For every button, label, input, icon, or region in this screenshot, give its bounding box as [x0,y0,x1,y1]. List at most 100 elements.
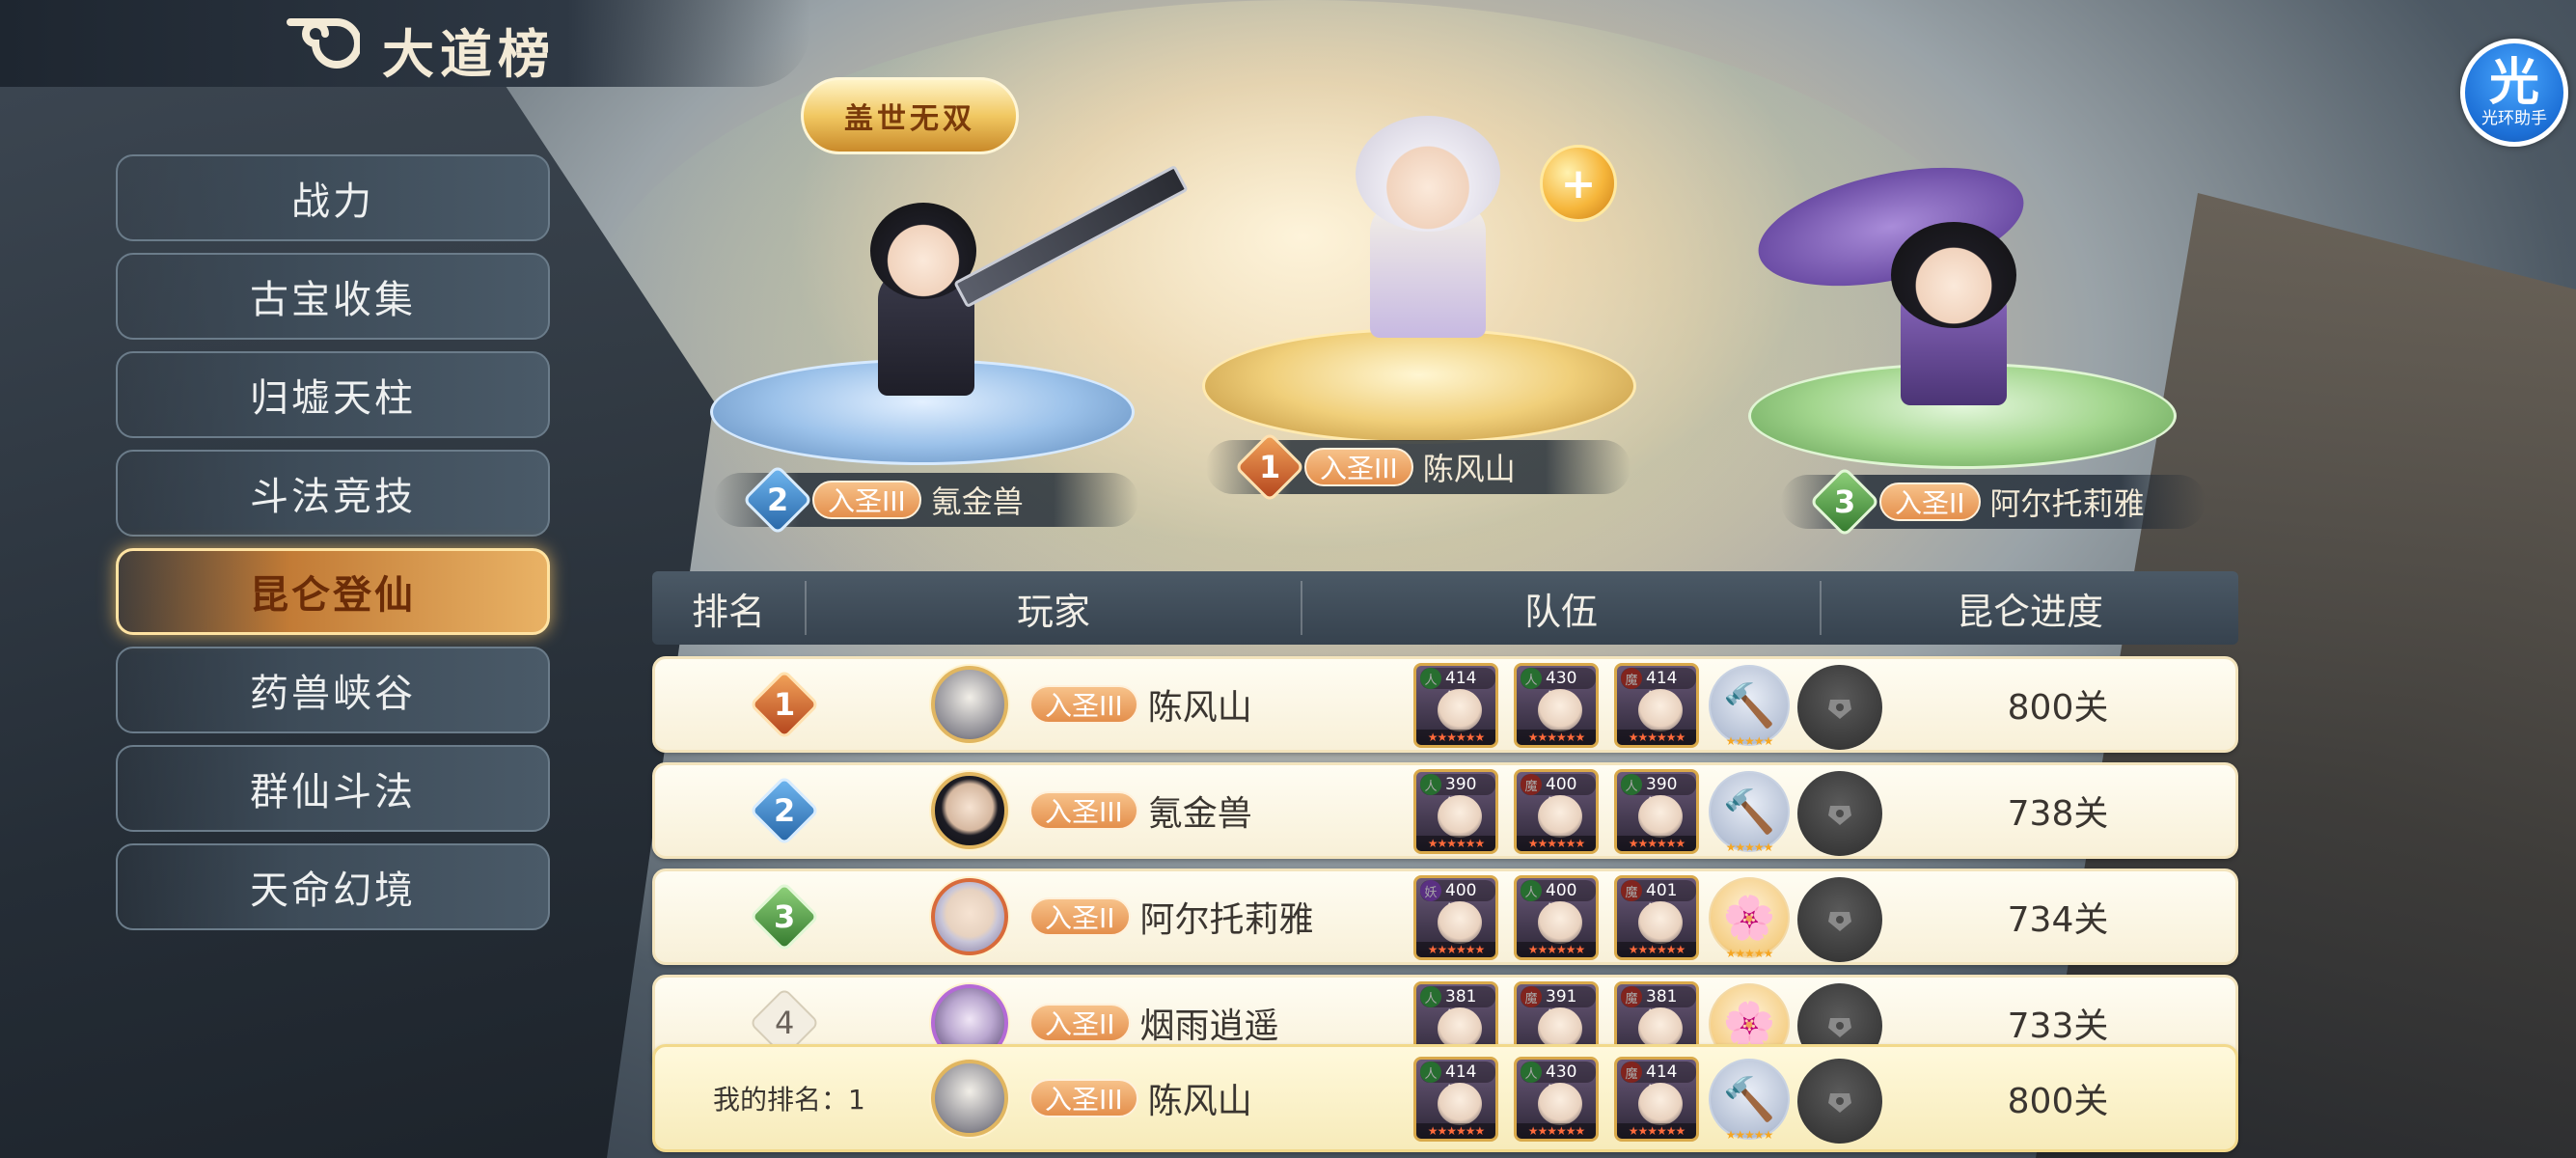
star-rating-icon: ★★★★★★ [1416,1123,1495,1139]
podium-plate-second: 2 入圣III 氪金兽 [714,464,1138,536]
hero-level: 430级 [1521,1062,1596,1103]
hammer-treasure-icon[interactable]: 🔨 ★★★★★ [1709,1059,1790,1142]
hero-level: 414级 [1420,1062,1495,1103]
podium-plate-third: 3 入圣II 阿尔托莉雅 [1781,466,2206,538]
team-hero-card[interactable]: 人 390级 ★★★★★★ [1614,769,1699,854]
locked-slot-icon[interactable] [1797,665,1882,750]
lock-icon [1828,1093,1851,1113]
sidebar-item-fate-realm[interactable]: 天命幻境 [116,843,550,930]
locked-slot-icon[interactable] [1797,771,1882,856]
hero-level: 400级 [1521,774,1596,815]
flower-treasure-icon[interactable]: 🌸 ★★★★★ [1709,877,1790,960]
avatar[interactable] [931,878,1008,955]
header-player: 玩家 [1016,590,1090,633]
title-badge-first: 入圣III [1304,448,1413,486]
team-hero-card[interactable]: 魔 414级 ★★★★★★ [1614,663,1699,748]
player-cell: 入圣II 阿尔托莉雅 [931,871,1314,962]
team-hero-card[interactable]: 人 400级 ★★★★★★ [1514,875,1599,960]
assistant-badge[interactable]: 光 光环助手 [2460,39,2568,147]
lock-icon [1828,700,1851,719]
player-name[interactable]: 陈风山 [1148,1073,1252,1123]
header-progress: 昆仑进度 [1956,590,2103,633]
character-second[interactable] [830,164,1189,405]
locked-slot-icon[interactable] [1797,877,1882,962]
avatar[interactable] [931,666,1008,743]
hero-portrait [1438,1083,1482,1125]
player-name[interactable]: 烟雨逍遥 [1140,998,1279,1048]
rank-badge: 1 [749,669,820,740]
team-hero-card[interactable]: 人 390级 ★★★★★★ [1413,769,1498,854]
hero-level: 381级 [1420,986,1495,1028]
hero-portrait [1638,795,1683,838]
sidebar-item-arena[interactable]: 斗法竞技 [116,450,550,537]
title-badge-third: 入圣II [1879,482,1981,521]
team-hero-card[interactable]: 人 414级 ★★★★★★ [1413,663,1498,748]
team-hero-card[interactable]: 魔 414级 ★★★★★★ [1614,1057,1699,1142]
hammer-treasure-icon[interactable]: 🔨 ★★★★★ [1709,771,1790,854]
hammer-treasure-icon[interactable]: 🔨 ★★★★★ [1709,665,1790,748]
lock-icon [1828,1018,1851,1037]
hero-portrait [1638,901,1683,944]
star-rating-icon: ★★★★★★ [1416,942,1495,957]
hero-level: 381级 [1621,986,1696,1028]
header-bar: 大道榜 [0,0,810,87]
player-name-second[interactable]: 氪金兽 [931,478,1024,522]
player-name-first[interactable]: 陈风山 [1423,445,1516,489]
team-hero-card[interactable]: 妖 400级 ★★★★★★ [1413,875,1498,960]
hero-portrait [1638,689,1683,731]
rank-badge-second: 2 [742,464,813,536]
back-button[interactable] [280,10,363,77]
sidebar-item-beast-valley[interactable]: 药兽峡谷 [116,647,550,733]
table-row[interactable]: 1 入圣III 陈风山 人 414级 ★★★★★★ 人 430级 ★★★★★★ … [652,656,2238,753]
avatar[interactable] [931,1060,1008,1137]
my-rank-row[interactable]: 我的排名：1 入圣III 陈风山 人 414级 ★★★★★★ 人 430级 ★★… [652,1044,2238,1152]
hero-portrait [1538,689,1582,731]
star-rating-icon: ★★★★★★ [1617,942,1696,957]
hero-level: 400级 [1420,880,1495,922]
character-third[interactable] [1747,147,2142,405]
player-name[interactable]: 阿尔托莉雅 [1140,892,1314,942]
player-name[interactable]: 氪金兽 [1148,786,1252,836]
header-team: 队伍 [1523,590,1598,633]
team-hero-card[interactable]: 人 430级 ★★★★★★ [1514,1057,1599,1142]
hero-portrait [1438,901,1482,944]
hero-level: 391级 [1521,986,1596,1028]
table-row[interactable]: 3 入圣II 阿尔托莉雅 妖 400级 ★★★★★★ 人 400级 ★★★★★★… [652,868,2238,965]
sidebar-item-combat-power[interactable]: 战力 [116,154,550,241]
team-hero-card[interactable]: 人 414级 ★★★★★★ [1413,1057,1498,1142]
hero-level: 390级 [1420,774,1495,815]
sidebar-item-guixu[interactable]: 归墟天柱 [116,351,550,438]
crown-banner: 盖世无双 [801,77,1019,154]
hero-portrait [1438,689,1482,731]
title-badge: 入圣III [1029,1079,1138,1117]
rank-badge-third: 3 [1809,466,1880,538]
hero-level: 414级 [1621,668,1696,709]
sidebar-item-immortal-duel[interactable]: 群仙斗法 [116,745,550,832]
hero-portrait [1538,1083,1582,1125]
ranking-table-header: 排名 玩家 队伍 昆仑进度 [652,571,2238,645]
hero-level: 401级 [1621,880,1696,922]
player-name-third[interactable]: 阿尔托莉雅 [1990,480,2145,524]
avatar[interactable] [931,772,1008,849]
player-cell: 入圣III 氪金兽 [931,765,1252,856]
star-rating-icon: ★★★★★★ [1517,942,1596,957]
title-badge: 入圣III [1029,791,1138,830]
rank-badge: 3 [749,881,820,952]
character-first[interactable] [1302,96,1553,347]
star-rating-icon: ★★★★★★ [1617,730,1696,745]
assistant-label: 光环助手 [2481,109,2547,128]
star-rating-icon: ★★★★★★ [1517,1123,1596,1139]
table-row[interactable]: 2 入圣III 氪金兽 人 390级 ★★★★★★ 魔 400级 ★★★★★★ … [652,762,2238,859]
team-hero-card[interactable]: 魔 400级 ★★★★★★ [1514,769,1599,854]
reward-coin-icon[interactable]: + [1540,145,1617,222]
team-hero-card[interactable]: 魔 401级 ★★★★★★ [1614,875,1699,960]
progress-value: 800关 [2007,688,2109,728]
locked-slot-icon[interactable] [1797,1059,1882,1144]
rank-cell: 1 [749,659,820,750]
hero-level: 400级 [1521,880,1596,922]
sidebar-item-kunlun[interactable]: 昆仑登仙 [116,548,550,635]
sidebar-item-treasure[interactable]: 古宝收集 [116,253,550,340]
lock-icon [1828,912,1851,931]
team-hero-card[interactable]: 人 430级 ★★★★★★ [1514,663,1599,748]
player-name[interactable]: 陈风山 [1148,679,1252,730]
